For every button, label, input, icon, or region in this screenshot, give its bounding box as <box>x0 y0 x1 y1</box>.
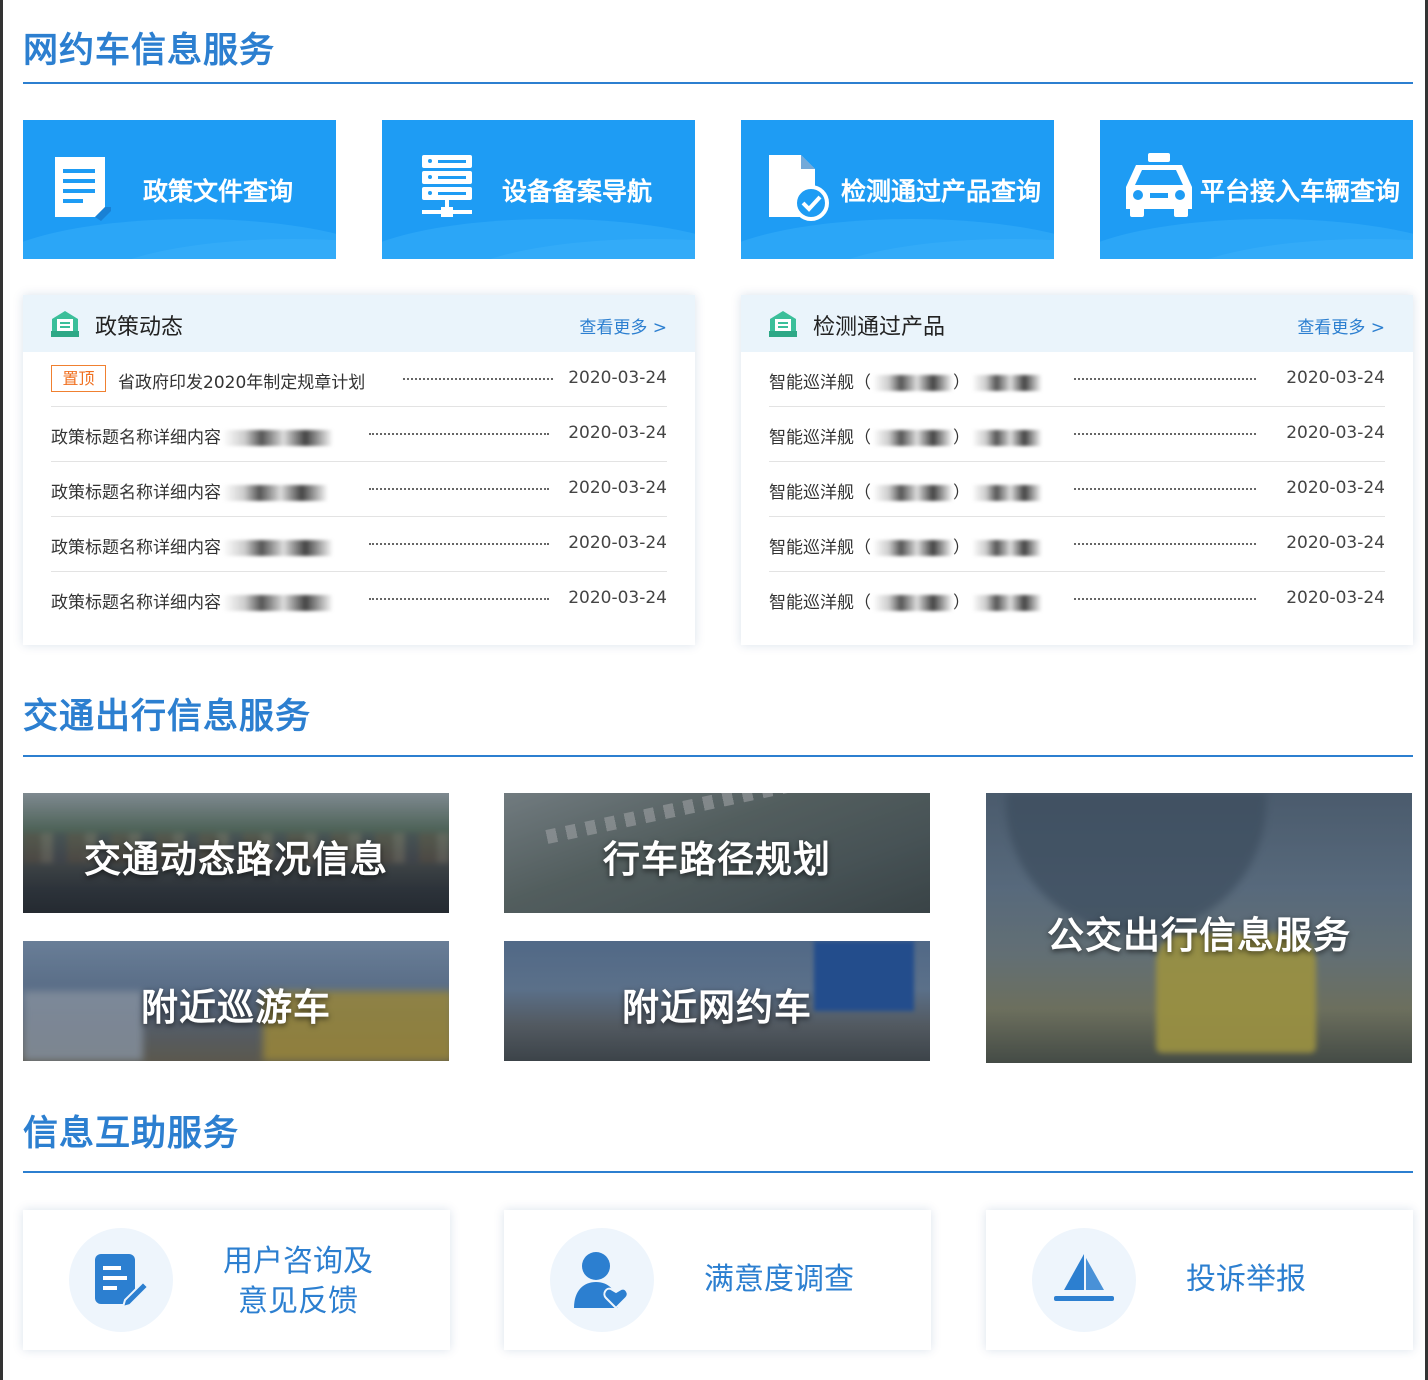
nearby-ride-hailing-tile[interactable]: 附近网约车 <box>504 941 930 1061</box>
news-row[interactable]: 政策标题名称详细内容 2020-03-24 <box>51 407 667 462</box>
user-heart-icon <box>550 1228 654 1332</box>
section-title-help: 信息互助服务 <box>23 1114 240 1154</box>
quick-link-label: 平台接入车辆查询 <box>1200 177 1401 206</box>
panel-header: 政策动态 查看更多 > <box>23 295 695 352</box>
consultation-feedback-card[interactable]: 用户咨询及 意见反馈 <box>23 1210 450 1350</box>
section-title-traffic: 交通出行信息服务 <box>23 697 312 737</box>
view-more-link[interactable]: 查看更多 > <box>1297 313 1385 338</box>
news-row[interactable]: 政策标题名称详细内容 2020-03-24 <box>51 462 667 517</box>
product-title: 智能巡洋舰（） <box>769 478 1042 503</box>
certified-products-panel: 检测通过产品 查看更多 > 智能巡洋舰（） 2020-03-24 智能巡洋舰（）… <box>741 295 1413 645</box>
product-row[interactable]: 智能巡洋舰（） 2020-03-24 <box>769 462 1385 517</box>
view-more-link[interactable]: 查看更多 > <box>579 313 667 338</box>
product-row[interactable]: 智能巡洋舰（） 2020-03-24 <box>769 517 1385 572</box>
file-check-icon <box>767 153 837 223</box>
platform-vehicle-query-button[interactable]: 平台接入车辆查询 <box>1100 120 1413 259</box>
product-row[interactable]: 智能巡洋舰（） 2020-03-24 <box>769 352 1385 407</box>
traffic-dynamic-tile[interactable]: 交通动态路况信息 <box>23 793 449 913</box>
product-date: 2020-03-24 <box>1286 478 1385 498</box>
device-filing-navigation-button[interactable]: 设备备案导航 <box>382 120 695 259</box>
news-date: 2020-03-24 <box>568 533 667 553</box>
tile-label: 交通动态路况信息 <box>84 838 388 881</box>
page-frame: 网约车信息服务 政策文件查询 设备备案导航 检测通过产品查询 平台接入车辆查询 … <box>0 0 1428 1380</box>
inbox-icon <box>769 311 797 337</box>
certified-product-query-button[interactable]: 检测通过产品查询 <box>741 120 1054 259</box>
news-row[interactable]: 置顶 省政府印发2020年制定规章计划 2020-03-24 <box>51 352 667 407</box>
bus-travel-info-tile[interactable]: 公交出行信息服务 <box>986 793 1412 1063</box>
tile-label: 附近网约车 <box>622 986 812 1029</box>
section-divider <box>23 755 1413 757</box>
news-row[interactable]: 政策标题名称详细内容 2020-03-24 <box>51 572 667 627</box>
section-divider <box>23 82 1413 84</box>
news-title: 政策标题名称详细内容 <box>51 533 333 558</box>
news-date: 2020-03-24 <box>568 423 667 443</box>
taxi-icon <box>1126 153 1196 223</box>
news-row[interactable]: 政策标题名称详细内容 2020-03-24 <box>51 517 667 572</box>
pinned-badge: 置顶 <box>51 365 106 392</box>
news-title: 政策标题名称详细内容 <box>51 588 333 613</box>
panel-title: 检测通过产品 <box>813 315 946 340</box>
product-title: 智能巡洋舰（） <box>769 588 1042 613</box>
satisfaction-survey-card[interactable]: 满意度调查 <box>504 1210 931 1350</box>
section-divider <box>23 1171 1413 1173</box>
inbox-icon <box>51 311 79 337</box>
complaint-report-card[interactable]: 投诉举报 <box>986 1210 1413 1350</box>
card-label: 投诉举报 <box>1186 1262 1306 1297</box>
nearby-taxi-tile[interactable]: 附近巡游车 <box>23 941 449 1061</box>
edit-document-icon <box>69 1228 173 1332</box>
news-date: 2020-03-24 <box>568 368 667 388</box>
product-title: 智能巡洋舰（） <box>769 533 1042 558</box>
policy-document-query-button[interactable]: 政策文件查询 <box>23 120 336 259</box>
tile-label: 公交出行信息服务 <box>1047 914 1351 957</box>
panel-header: 检测通过产品 查看更多 > <box>741 295 1413 352</box>
quick-link-label: 设备备案导航 <box>502 177 653 206</box>
panel-title: 政策动态 <box>95 315 184 340</box>
news-title: 省政府印发2020年制定规章计划 <box>118 373 366 393</box>
product-row[interactable]: 智能巡洋舰（） 2020-03-24 <box>769 572 1385 627</box>
policy-news-panel: 政策动态 查看更多 > 置顶 省政府印发2020年制定规章计划 2020-03-… <box>23 295 695 645</box>
section-title-ride-hailing: 网约车信息服务 <box>23 31 276 71</box>
server-icon <box>418 153 488 223</box>
product-row[interactable]: 智能巡洋舰（） 2020-03-24 <box>769 407 1385 462</box>
product-title: 智能巡洋舰（） <box>769 368 1042 393</box>
product-title: 智能巡洋舰（） <box>769 423 1042 448</box>
card-label: 满意度调查 <box>704 1262 854 1297</box>
news-date: 2020-03-24 <box>568 588 667 608</box>
product-date: 2020-03-24 <box>1286 368 1385 388</box>
product-date: 2020-03-24 <box>1286 533 1385 553</box>
product-date: 2020-03-24 <box>1286 588 1385 608</box>
route-planning-tile[interactable]: 行车路径规划 <box>504 793 930 913</box>
document-icon <box>49 153 119 223</box>
sailboat-icon <box>1032 1228 1136 1332</box>
news-date: 2020-03-24 <box>568 478 667 498</box>
product-date: 2020-03-24 <box>1286 423 1385 443</box>
news-title: 政策标题名称详细内容 <box>51 423 333 448</box>
card-label: 用户咨询及 意见反馈 <box>223 1244 373 1319</box>
news-title: 政策标题名称详细内容 <box>51 478 328 503</box>
tile-label: 行车路径规划 <box>603 838 831 881</box>
tile-label: 附近巡游车 <box>141 986 331 1029</box>
quick-link-label: 检测通过产品查询 <box>841 177 1042 206</box>
quick-link-label: 政策文件查询 <box>143 177 294 206</box>
